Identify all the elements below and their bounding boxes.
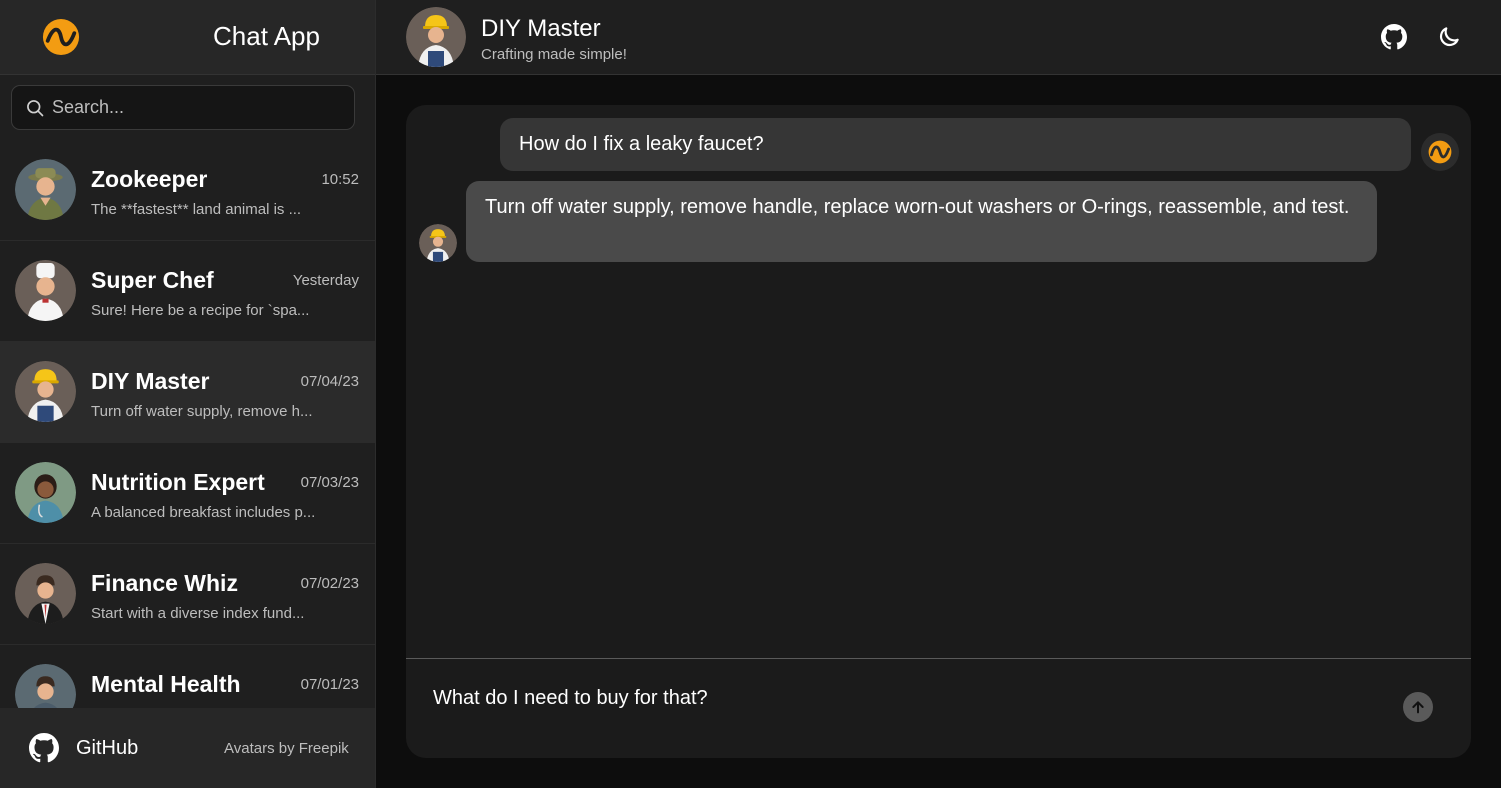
conversation-time: Yesterday	[292, 272, 359, 289]
app-title: Chat App	[213, 21, 320, 51]
conversation-item-mental-health[interactable]: Mental Health 07/01/23	[0, 645, 375, 708]
builder-avatar	[15, 361, 76, 422]
conversation-item-nutrition-expert[interactable]: Nutrition Expert 07/03/23 A balanced bre…	[0, 443, 375, 544]
app-logo-icon[interactable]	[42, 18, 80, 56]
moon-icon[interactable]	[1436, 24, 1462, 50]
conversation-list: Zookeeper 10:52 The **fastest** land ani…	[0, 140, 375, 708]
search-icon	[27, 100, 44, 117]
user-message: How do I fix a leaky faucet?	[500, 118, 1411, 171]
conversation-time: 10:52	[321, 171, 359, 188]
conversation-preview: The **fastest** land animal is ...	[91, 201, 302, 218]
conversation-item-zookeeper[interactable]: Zookeeper 10:52 The **fastest** land ani…	[0, 140, 375, 241]
chat-title: DIY Master	[481, 15, 601, 42]
conversation-time: 07/02/23	[300, 575, 359, 592]
conversation-item-super-chef[interactable]: Super Chef Yesterday Sure! Here be a rec…	[0, 241, 375, 342]
user-avatar	[1421, 133, 1459, 171]
message-text: How do I fix a leaky faucet?	[519, 133, 764, 155]
conversation-time: 07/04/23	[300, 373, 359, 390]
github-icon[interactable]	[29, 733, 59, 763]
conversation-preview: Sure! Here be a recipe for `spa...	[91, 302, 310, 319]
conversation-name: DIY Master	[91, 368, 210, 394]
search-input[interactable]	[52, 86, 347, 129]
conversation-preview: Turn off water supply, remove h...	[91, 403, 313, 420]
conversation-name: Nutrition Expert	[91, 469, 265, 495]
businessman-avatar	[15, 563, 76, 624]
message-composer	[406, 658, 1471, 758]
assistant-message: Turn off water supply, remove handle, re…	[466, 181, 1377, 262]
chef-avatar	[15, 260, 76, 321]
conversation-time: 07/03/23	[300, 474, 359, 491]
assistant-avatar	[419, 224, 457, 262]
sidebar: Chat App Zookeeper 10:52	[0, 0, 376, 788]
conversation-name: Super Chef	[91, 267, 214, 293]
conversation-item-finance-whiz[interactable]: Finance Whiz 07/02/23 Start with a diver…	[0, 544, 375, 645]
message-input[interactable]	[433, 683, 1373, 713]
chat-header: DIY Master Crafting made simple!	[376, 0, 1501, 75]
conversation-item-diy-master[interactable]: DIY Master 07/04/23 Turn off water suppl…	[0, 342, 375, 443]
conversation-preview: Start with a diverse index fund...	[91, 605, 305, 622]
conversation-preview: A balanced breakfast includes p...	[91, 504, 316, 521]
avatar-credits[interactable]: Avatars by Freepik	[224, 740, 349, 757]
search-box[interactable]	[11, 85, 355, 130]
chat-panel: How do I fix a leaky faucet? Turn off wa…	[406, 105, 1471, 758]
header-avatar	[406, 7, 466, 67]
conversation-time: 07/01/23	[300, 676, 359, 693]
sidebar-header: Chat App	[0, 0, 375, 75]
conversation-name: Mental Health	[91, 671, 241, 697]
message-text: Turn off water supply, remove handle, re…	[485, 196, 1350, 218]
send-button[interactable]	[1403, 692, 1433, 722]
chat-subtitle: Crafting made simple!	[481, 46, 627, 63]
github-link[interactable]: GitHub	[76, 737, 138, 760]
conversation-name: Zookeeper	[91, 166, 208, 192]
arrow-up-icon	[1412, 701, 1424, 714]
app-root: Chat App Zookeeper 10:52	[0, 0, 1501, 788]
zookeeper-avatar	[15, 159, 76, 220]
conversation-name: Finance Whiz	[91, 570, 238, 596]
therapist-avatar	[15, 664, 76, 708]
doctor-avatar	[15, 462, 76, 523]
github-icon[interactable]	[1381, 24, 1407, 50]
